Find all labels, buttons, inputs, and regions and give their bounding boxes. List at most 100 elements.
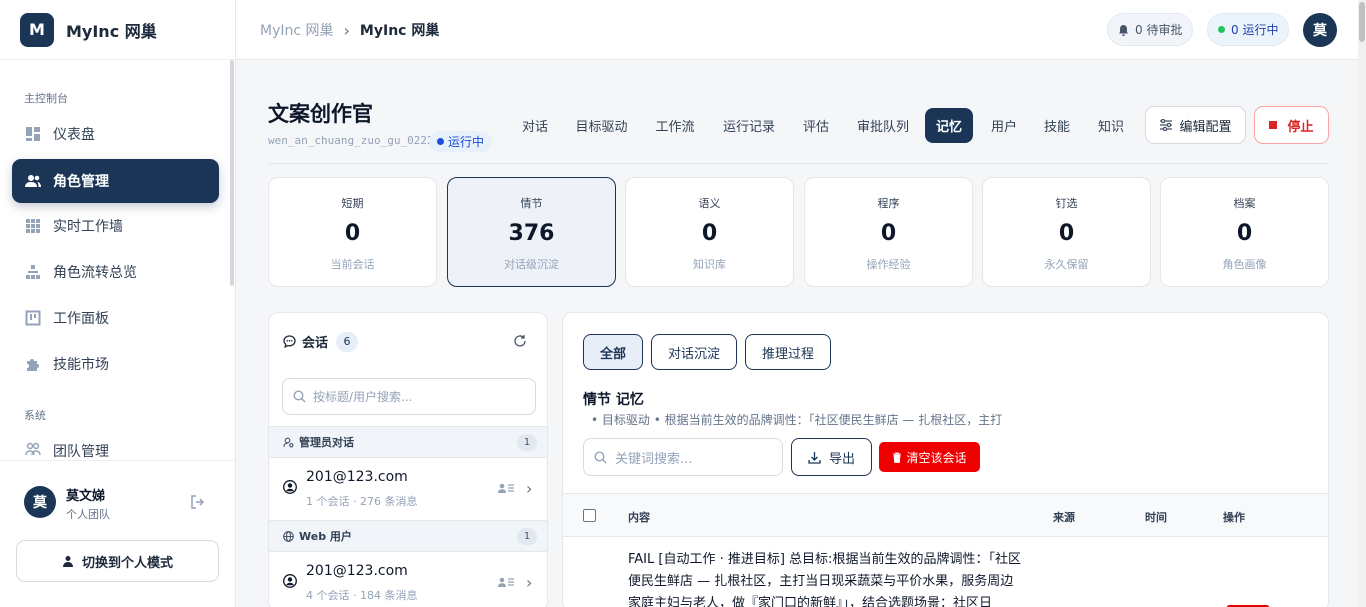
stat-value: 0 [344,221,361,246]
agent-id: wen_an_chuang_zuo_gu_0222 [268,134,434,147]
stat-label: 档案 [1233,197,1256,210]
stat-value: 0 [701,221,718,246]
export-button[interactable]: 导出 [791,438,872,476]
stat-card-semantic[interactable]: 语义 0 知识库 [625,177,794,287]
stat-card-short-term[interactable]: 短期 0 当前会话 [268,177,437,287]
clear-session-button[interactable]: 清空该会话 [879,442,980,472]
group-count: 1 [517,434,537,451]
tab-knowledge[interactable]: 知识 [1092,108,1128,143]
user-avatar[interactable]: 莫 [24,486,56,518]
stat-sub: 知识库 [693,258,726,271]
switch-personal-mode-button[interactable]: 切换到个人模式 [16,540,219,582]
sidebar-item-label: 角色管理 [53,174,109,190]
user-block: 莫 莫文娣 个人团队 切换到个人模式 [0,460,235,607]
chevron-right-icon: › [343,20,350,40]
sidebar-item-dashboard[interactable]: 仪表盘 [12,112,219,156]
list-item[interactable]: 201@123.com 1 个会话 · 276 条消息 › [269,459,547,519]
filter-dialog-summary[interactable]: 对话沉淀 [651,334,737,370]
tab-run-log[interactable]: 运行记录 [716,108,782,143]
keyword-search-input[interactable]: 关键词搜索... [583,438,783,476]
tab-memory[interactable]: 记忆 [925,108,973,143]
refresh-icon[interactable] [513,334,527,348]
select-all-checkbox[interactable] [583,509,596,522]
sidebar-item-roles[interactable]: 角色管理 [12,159,219,203]
running-pill[interactable]: 0 运行中 [1207,13,1290,46]
breadcrumb-root[interactable]: MyInc 网巢 [260,20,334,40]
sidebar-item-flow-overview[interactable]: 角色流转总览 [12,250,219,294]
stat-card-profile[interactable]: 档案 0 角色画像 [1160,177,1329,287]
tab-evaluation[interactable]: 评估 [796,108,836,143]
stat-label: 程序 [877,197,900,210]
stop-icon [1269,121,1278,129]
stat-card-pinned[interactable]: 钉选 0 永久保留 [982,177,1151,287]
chevron-right-icon: › [526,479,533,498]
board-icon [25,310,41,326]
group-name: 管理员对话 [299,436,354,449]
globe-icon [283,530,294,542]
column-source[interactable]: 来源 [1053,509,1075,525]
sidebar: M MyInc 网巢 主控制台 仪表盘 角色管理 实时工作墙 角色流转总览 工作… [0,0,236,607]
agent-title: 文案创作官 [268,102,373,126]
sliders-icon [1159,119,1173,131]
logout-icon[interactable] [190,495,206,509]
sidebar-scrollbar[interactable] [230,60,234,286]
sidebar-item-label: 技能市场 [53,357,109,373]
contact-card-icon [498,482,514,494]
nav-section-main: 主控制台 [24,92,68,105]
column-content[interactable]: 内容 [628,509,650,525]
app-name: MyInc 网巢 [66,21,157,41]
list-item[interactable]: 201@123.com 4 个会话 · 184 条消息 › [269,553,547,607]
page-scrollbar[interactable] [1358,0,1366,607]
memory-title: 情节 记忆 [583,392,644,408]
group-header-admin[interactable]: 管理员对话 1 [269,426,547,458]
tab-approval-queue[interactable]: 审批队列 [850,108,916,143]
stop-button[interactable]: 停止 [1254,106,1329,144]
group-header-web-users[interactable]: Web 用户 1 [269,520,547,552]
stat-value: 0 [1236,221,1253,246]
pending-count: 0 待审批 [1135,23,1183,37]
tab-users[interactable]: 用户 [984,108,1024,143]
status-text: 运行中 [448,135,485,149]
team-icon [25,441,41,457]
header-avatar[interactable]: 莫 [1303,13,1337,47]
tab-workflow[interactable]: 工作流 [648,108,702,143]
sessions-panel: 会话 6 按标题/用户搜索... 管理员对话 1 201@123.com 1 个… [268,312,548,607]
sidebar-item-skill-market[interactable]: 技能市场 [12,342,219,386]
users-icon [25,173,41,189]
stat-label: 钉选 [1055,197,1078,210]
clear-session-label: 清空该会话 [906,450,967,465]
brand[interactable]: M MyInc 网巢 [0,0,235,60]
stat-label: 短期 [341,197,364,210]
filter-reasoning[interactable]: 推理过程 [745,334,831,370]
running-count: 0 运行中 [1231,23,1279,37]
tab-chat[interactable]: 对话 [514,108,556,143]
sidebar-item-team[interactable]: 团队管理 [12,429,219,459]
stat-card-procedural[interactable]: 程序 0 操作经验 [804,177,973,287]
sidebar-item-live-wall[interactable]: 实时工作墙 [12,204,219,248]
edit-config-button[interactable]: 编辑配置 [1145,106,1246,144]
stat-sub: 对话级沉淀 [504,258,559,271]
tab-skills[interactable]: 技能 [1037,108,1077,143]
hierarchy-icon [25,264,41,280]
stat-value: 0 [880,221,897,246]
group-name: Web 用户 [299,530,352,543]
stat-card-episodic[interactable]: 情节 376 对话级沉淀 [447,177,616,287]
memory-table-header: 内容 来源 时间 操作 [563,493,1328,537]
sidebar-item-work-board[interactable]: 工作面板 [12,296,219,340]
group-count: 1 [517,528,537,545]
user-circle-icon [283,574,297,588]
pending-approval-pill[interactable]: 0 待审批 [1107,13,1194,46]
status-dot-icon [437,138,444,145]
session-meta: 4 个会话 · 184 条消息 [306,589,418,602]
breadcrumb-current: MyInc 网巢 [359,23,440,39]
stat-label: 情节 [520,197,543,210]
session-search-input[interactable]: 按标题/用户搜索... [282,378,536,415]
memory-panel: 全部 对话沉淀 推理过程 情节 记忆 • 目标驱动 • 根据当前生效的品牌调性：… [562,312,1329,607]
column-time[interactable]: 时间 [1145,509,1167,525]
tab-goal-driven[interactable]: 目标驱动 [569,108,634,143]
session-email: 201@123.com [306,563,408,579]
stat-sub: 角色画像 [1222,258,1267,271]
sessions-title: 会话 [302,336,329,351]
sessions-count: 6 [336,331,359,352]
filter-all[interactable]: 全部 [583,334,643,370]
